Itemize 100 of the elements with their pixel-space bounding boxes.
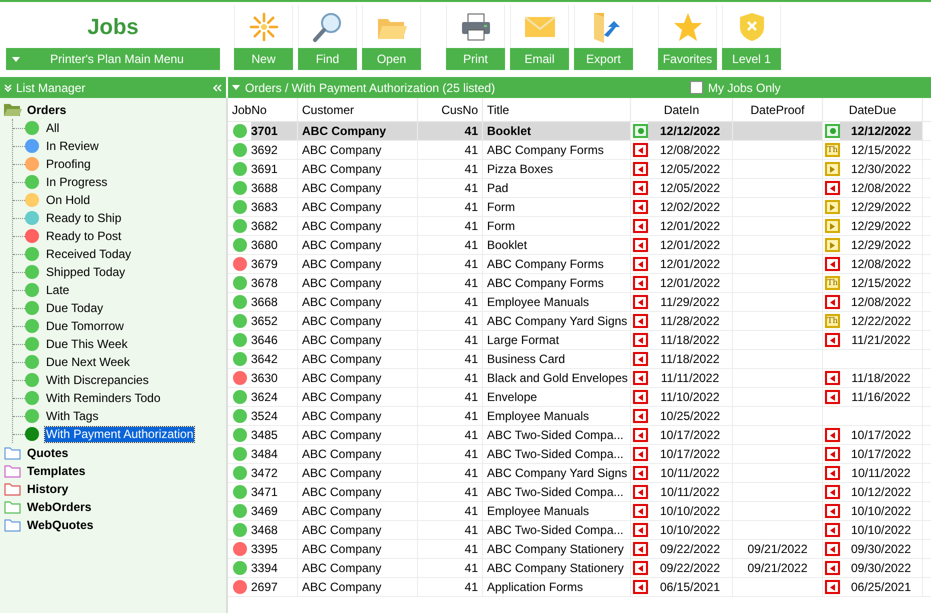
table-cell: Pizza Boxes xyxy=(483,160,631,178)
folder-item[interactable]: History xyxy=(4,480,226,498)
table-row[interactable]: 3624 ABC Company 41 Envelope 11/10/2022 11/16/2022 xyxy=(228,388,931,407)
list-item[interactable]: Shipped Today xyxy=(45,264,126,280)
table-cell-text: 10/10/2022 xyxy=(850,503,912,520)
table-cell: ABC Company xyxy=(298,236,418,254)
table-cell-text: 12/29/2022 xyxy=(850,199,912,216)
table-cell: ABC Company xyxy=(298,388,418,406)
list-item[interactable]: With Reminders Todo xyxy=(45,390,162,406)
table-cell: 41 xyxy=(418,445,483,463)
table-cell-text: 11/11/2022 xyxy=(660,370,720,387)
table-cell-text: 11/10/2022 xyxy=(659,389,721,406)
table-cell-text: 12/01/2022 xyxy=(658,275,722,292)
table-cell: 41 xyxy=(418,198,483,216)
table-row[interactable]: 3469 ABC Company 41 Employee Manuals 10/10/2022 10/10/2022 xyxy=(228,502,931,521)
list-item[interactable]: Late xyxy=(45,282,70,298)
table-cell-text: 12/15/2022 xyxy=(850,275,912,292)
table-cell-text: 3678 xyxy=(251,275,279,292)
table-cell-text: 11/29/2022 xyxy=(659,294,721,311)
table-cell-text: 3524 xyxy=(251,408,279,425)
folder-item[interactable]: Quotes xyxy=(4,444,226,462)
table-row[interactable]: 3652 ABC Company 41 ABC Company Yard Signs 11/28/2022 Th 12/22/2022 xyxy=(228,312,931,331)
list-item[interactable]: Ready to Post xyxy=(45,228,122,244)
table-cell-text: 11/16/2022 xyxy=(850,389,912,406)
table-row[interactable]: 3691 ABC Company 41 Pizza Boxes 12/05/2022 12/30/2022 xyxy=(228,160,931,179)
table-row[interactable]: 3394 ABC Company 41 ABC Company Stationery 09/22/2022 09/21/2022 09/30/2022 xyxy=(228,559,931,578)
table-cell: 41 xyxy=(418,331,483,349)
list-item[interactable]: Ready to Ship xyxy=(45,210,122,226)
table-cell-text: 11/28/2022 xyxy=(659,313,721,330)
column-header[interactable]: CusNo xyxy=(418,98,483,121)
list-item[interactable]: All xyxy=(45,120,60,136)
table-row[interactable]: 2697 ABC Company 41 Application Forms 06/15/2021 06/25/2021 xyxy=(228,578,931,597)
table-row[interactable]: 3668 ABC Company 41 Employee Manuals 11/29/2022 12/08/2022 xyxy=(228,293,931,312)
table-cell-text: 10/12/2022 xyxy=(850,484,912,501)
column-header[interactable]: Title xyxy=(483,98,631,121)
folder-item[interactable]: Orders xyxy=(4,101,226,119)
table-cell: Form xyxy=(483,217,631,235)
table-cell-text: 11/18/2022 xyxy=(850,370,912,387)
table-row[interactable]: 3485 ABC Company 41 ABC Two-Sided Compa... 10/17/2022 10/17/2022 xyxy=(228,426,931,445)
star-icon xyxy=(672,10,704,42)
table-row[interactable]: 3484 ABC Company 41 ABC Two-Sided Compa... 10/17/2022 10/17/2022 xyxy=(228,445,931,464)
table-cell: ABC Company xyxy=(298,160,418,178)
table-cell-text: 3394 xyxy=(251,560,279,577)
table-cell-text: 2697 xyxy=(251,579,279,596)
list-item[interactable]: On Hold xyxy=(45,192,92,208)
table-cell: 41 xyxy=(418,502,483,520)
table-cell: 3701 xyxy=(251,122,297,140)
folder-item[interactable]: WebQuotes xyxy=(4,516,226,534)
list-item[interactable]: Due Tomorrow xyxy=(45,318,125,334)
table-row[interactable]: 3646 ABC Company 41 Large Format 11/18/2022 11/21/2022 xyxy=(228,331,931,350)
table-row[interactable]: 3692 ABC Company 41 ABC Company Forms 12/08/2022 Th 12/15/2022 xyxy=(228,141,931,160)
column-header[interactable]: Customer xyxy=(298,98,418,121)
column-header[interactable]: DateDue xyxy=(823,98,923,121)
table-row[interactable]: 3471 ABC Company 41 ABC Two-Sided Compa... 10/11/2022 10/12/2022 xyxy=(228,483,931,502)
list-item[interactable]: Proofing xyxy=(45,156,92,172)
table-cell-text: 3683 xyxy=(251,199,279,216)
table-cell-text: 09/30/2022 xyxy=(850,560,912,577)
table-row[interactable]: 3630 ABC Company 41 Black and Gold Envelopes 11/11/2022 11/18/2022 xyxy=(228,369,931,388)
list-item[interactable]: In Progress xyxy=(45,174,108,190)
column-header[interactable]: DateProof xyxy=(733,98,823,121)
table-row[interactable]: 3682 ABC Company 41 Form 12/01/2022 12/29/2022 xyxy=(228,217,931,236)
table-cell-text: 10/10/2022 xyxy=(658,522,722,539)
table-cell: ABC Company xyxy=(298,179,418,197)
table-cell: ABC Company xyxy=(298,464,418,482)
table-cell: Booklet xyxy=(483,236,631,254)
table-cell: ABC Company xyxy=(298,331,418,349)
table-row[interactable]: 3683 ABC Company 41 Form 12/02/2022 12/29/2022 xyxy=(228,198,931,217)
list-item[interactable]: In Review xyxy=(45,138,100,154)
column-header[interactable]: JobNo xyxy=(228,98,298,121)
list-item[interactable]: Due This Week xyxy=(45,336,129,352)
table-cell: ABC Company Stationery xyxy=(483,559,631,577)
table-cell-text: 10/25/2022 xyxy=(658,408,722,425)
table-row[interactable]: 3680 ABC Company 41 Booklet 12/01/2022 12/29/2022 xyxy=(228,236,931,255)
list-item[interactable]: With Discrepancies xyxy=(45,372,150,388)
day-flag: Th xyxy=(825,314,840,328)
list-item[interactable]: With Tags xyxy=(45,408,100,424)
list-item[interactable]: Due Today xyxy=(45,300,104,316)
table-row[interactable]: 3679 ABC Company 41 ABC Company Forms 12/01/2022 12/08/2022 xyxy=(228,255,931,274)
table-row[interactable]: 3468 ABC Company 41 ABC Two-Sided Compa... 10/10/2022 10/10/2022 xyxy=(228,521,931,540)
table-row[interactable]: 3688 ABC Company 41 Pad 12/05/2022 12/08/2022 xyxy=(228,179,931,198)
table-cell-text: 10/17/2022 xyxy=(850,446,912,463)
list-item[interactable]: Received Today xyxy=(45,246,132,262)
checkbox[interactable] xyxy=(690,81,703,94)
list-item[interactable]: Due Next Week xyxy=(45,354,131,370)
table-row[interactable]: 3678 ABC Company 41 ABC Company Forms 12/01/2022 Th 12/15/2022 xyxy=(228,274,931,293)
table-cell: ABC Company xyxy=(298,407,418,425)
table-row[interactable]: 3472 ABC Company 41 ABC Company Yard Signs 10/11/2022 10/11/2022 xyxy=(228,464,931,483)
table-cell: Envelope xyxy=(483,388,631,406)
folder-item[interactable]: WebOrders xyxy=(4,498,226,516)
table-row[interactable]: 3701 ABC Company 41 Booklet 12/12/2022 12/12/2022 xyxy=(228,122,931,141)
collapse-icon[interactable] xyxy=(212,84,222,92)
table-cell: Large Format xyxy=(483,331,631,349)
table-row[interactable]: 3642 ABC Company 41 Business Card 11/18/2022 xyxy=(228,350,931,369)
column-header[interactable]: DateIn xyxy=(631,98,733,121)
table-row[interactable]: 3395 ABC Company 41 ABC Company Stationery 09/22/2022 09/21/2022 09/30/2022 xyxy=(228,540,931,559)
list-item[interactable]: With Payment Authorization xyxy=(45,426,194,442)
table-cell: ABC Company xyxy=(298,255,418,273)
folder-item[interactable]: Templates xyxy=(4,462,226,480)
table-cell-text: 12/08/2022 xyxy=(850,294,912,311)
table-row[interactable]: 3524 ABC Company 41 Employee Manuals 10/25/2022 xyxy=(228,407,931,426)
